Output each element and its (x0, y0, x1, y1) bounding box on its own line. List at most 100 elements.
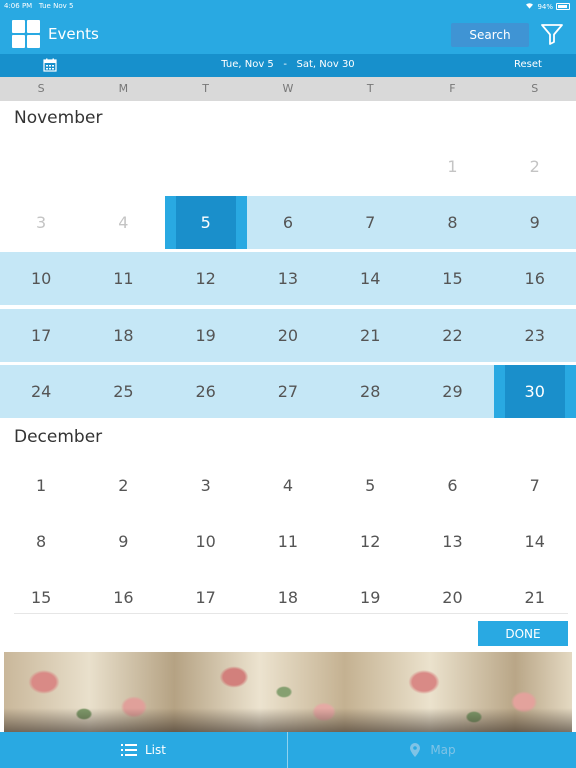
day-cell[interactable]: 11 (247, 515, 329, 568)
day-cell[interactable]: 13 (411, 515, 493, 568)
day-number: 7 (365, 213, 376, 232)
day-cell[interactable]: 15 (411, 252, 494, 305)
day-number: 21 (524, 588, 545, 607)
day-cell[interactable]: 6 (246, 196, 330, 249)
weekday-label: S (37, 82, 45, 95)
day-cell[interactable]: 4 (247, 459, 329, 512)
day-number: 4 (282, 476, 294, 495)
day-number: 9 (529, 213, 540, 232)
day-cell[interactable]: 16 (493, 252, 576, 305)
day-cell[interactable]: 19 (329, 571, 411, 624)
day-cell[interactable]: 10 (0, 252, 83, 305)
empty-day-cell (329, 140, 411, 193)
day-number: 19 (195, 326, 216, 345)
reset-button[interactable]: Reset (514, 59, 542, 70)
day-number: 10 (30, 269, 52, 288)
day-cell[interactable]: 17 (0, 309, 83, 362)
day-cell[interactable]: 28 (329, 365, 412, 418)
day-cell[interactable]: 5 (164, 196, 247, 249)
day-number: 1 (36, 476, 47, 495)
day-cell[interactable]: 2 (494, 140, 576, 193)
day-cell[interactable]: 1 (0, 459, 82, 512)
day-cell[interactable]: 29 (411, 365, 494, 418)
day-number: 17 (195, 588, 216, 607)
day-cell[interactable]: 14 (494, 515, 576, 568)
day-cell[interactable]: 21 (494, 571, 576, 624)
day-cell[interactable]: 30 (493, 365, 576, 418)
day-number: 16 (524, 269, 545, 288)
day-number: 2 (529, 157, 540, 176)
day-number: 18 (113, 326, 134, 345)
day-number: 26 (195, 382, 216, 401)
day-cell[interactable]: 21 (329, 309, 412, 362)
day-number: 9 (118, 532, 129, 551)
day-cell[interactable]: 7 (494, 459, 576, 512)
day-cell[interactable]: 9 (493, 196, 576, 249)
done-button[interactable]: DONE (478, 621, 568, 646)
day-cell[interactable]: 26 (164, 365, 247, 418)
day-cell[interactable]: 14 (329, 252, 412, 305)
date-range-bar: Tue, Nov 5 - Sat, Nov 30 Reset (0, 54, 576, 77)
tab-map[interactable]: Map (288, 732, 576, 768)
day-cell[interactable]: 16 (82, 571, 164, 624)
day-cell[interactable]: 24 (0, 365, 83, 418)
day-cell[interactable]: 20 (246, 309, 330, 362)
weekday-label: T (202, 82, 210, 95)
day-cell[interactable]: 18 (247, 571, 329, 624)
day-number: 10 (195, 532, 216, 551)
day-cell[interactable]: 18 (82, 309, 165, 362)
day-number: 25 (113, 382, 134, 401)
day-number: 14 (360, 269, 381, 288)
filter-icon[interactable] (540, 22, 564, 46)
month-title: November (14, 108, 103, 128)
range-end: Sat, Nov 30 (296, 59, 355, 70)
page-title: Events (48, 25, 99, 43)
nav-bar: Events Search (0, 14, 576, 54)
status-date: Tue Nov 5 (38, 2, 74, 10)
day-cell[interactable]: 13 (246, 252, 330, 305)
day-number: 21 (360, 326, 381, 345)
day-cell[interactable]: 22 (411, 309, 494, 362)
day-cell[interactable]: 15 (0, 571, 82, 624)
day-cell[interactable]: 8 (0, 515, 82, 568)
day-cell[interactable]: 1 (411, 140, 493, 193)
day-number: 23 (524, 326, 545, 345)
day-number: 22 (442, 326, 463, 345)
day-cell[interactable]: 12 (329, 515, 411, 568)
day-cell[interactable]: 3 (0, 196, 82, 249)
day-cell[interactable]: 11 (82, 252, 165, 305)
day-number: 8 (36, 532, 47, 551)
day-cell[interactable]: 25 (82, 365, 165, 418)
day-number: 16 (113, 588, 134, 607)
day-cell[interactable]: 27 (246, 365, 330, 418)
day-cell[interactable]: 23 (493, 309, 576, 362)
day-number: 6 (447, 476, 458, 495)
range-separator: - (283, 59, 287, 70)
day-cell[interactable]: 19 (164, 309, 247, 362)
day-cell[interactable]: 2 (82, 459, 164, 512)
day-cell[interactable]: 3 (165, 459, 247, 512)
day-number: 11 (277, 532, 299, 551)
day-cell[interactable]: 12 (164, 252, 247, 305)
event-photo[interactable] (4, 652, 572, 732)
day-cell[interactable]: 7 (329, 196, 412, 249)
day-number: 18 (277, 588, 299, 607)
day-cell[interactable]: 9 (82, 515, 164, 568)
map-pin-icon (408, 742, 422, 758)
day-number: 20 (442, 588, 463, 607)
battery-icon (556, 3, 570, 10)
day-cell[interactable]: 17 (165, 571, 247, 624)
day-cell[interactable]: 5 (329, 459, 411, 512)
day-cell[interactable]: 8 (411, 196, 494, 249)
day-cell[interactable]: 10 (165, 515, 247, 568)
day-cell[interactable]: 20 (411, 571, 493, 624)
search-button[interactable]: Search (451, 23, 529, 47)
day-cell[interactable]: 6 (411, 459, 493, 512)
tab-list[interactable]: List (0, 732, 288, 768)
weekday-label: M (118, 82, 129, 95)
menu-grid-icon[interactable] (12, 20, 40, 48)
empty-day-cell (165, 140, 247, 193)
tab-bar: List Map (0, 732, 576, 768)
status-bar: 4:06 PM Tue Nov 5 94% (0, 0, 576, 14)
day-cell[interactable]: 4 (82, 196, 164, 249)
